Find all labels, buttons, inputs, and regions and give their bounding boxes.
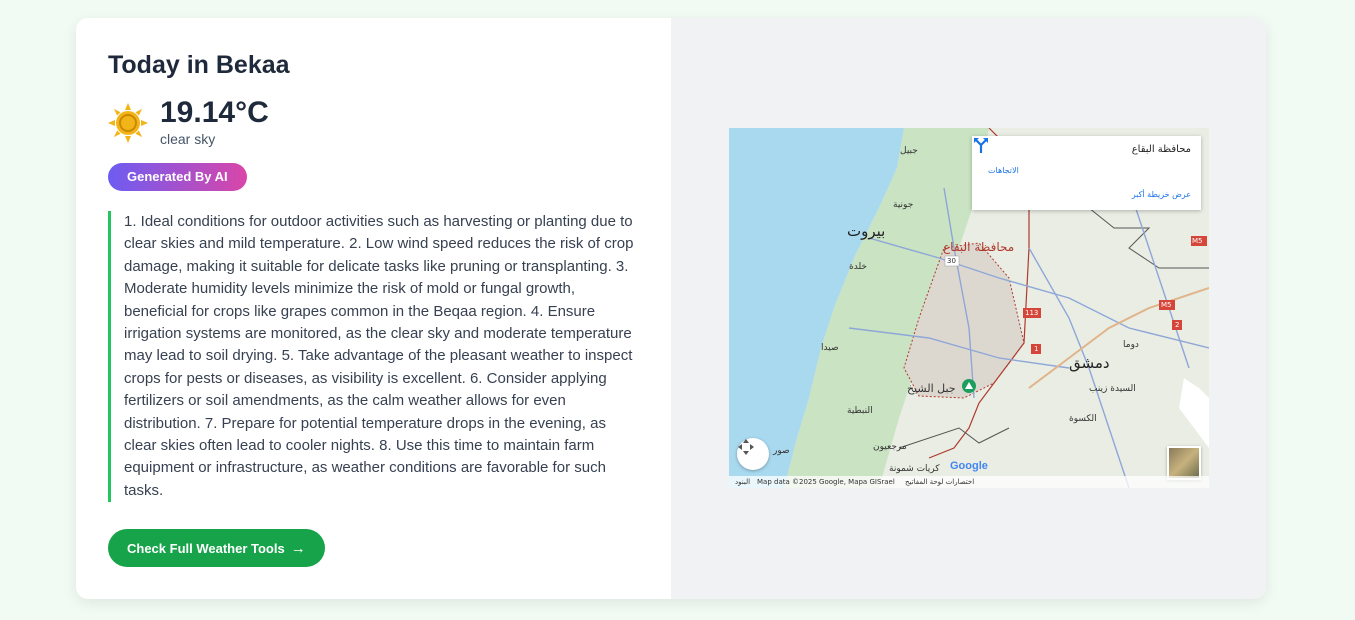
- map-label-douma: دوما: [1123, 340, 1139, 350]
- map-data-credit: Map data ©2025 Google, Mapa GISrael: [757, 478, 895, 486]
- temperature-block: 19.14°C clear sky: [160, 96, 269, 148]
- map-label-tyre: صور: [773, 446, 790, 456]
- weather-description: clear sky: [160, 131, 216, 147]
- generated-by-ai-badge: Generated By AI: [108, 163, 247, 191]
- directions-label[interactable]: الاتجاهات: [988, 166, 1019, 175]
- view-larger-map-link[interactable]: عرض خريطة أكبر: [1132, 190, 1191, 199]
- map-attribution-bar: البنود Map data ©2025 Google, Mapa GISra…: [729, 476, 1209, 488]
- google-logo: Google: [950, 460, 988, 472]
- terms-link[interactable]: البنود: [735, 476, 750, 488]
- map-panel: بيروت محافظة البقاع دمشق جبيل جونية خلدة…: [671, 18, 1266, 599]
- check-weather-tools-button[interactable]: Check Full Weather Tools →: [108, 529, 325, 567]
- directions-icon[interactable]: [972, 136, 990, 154]
- map-label-marjayoun: مرجعيون: [873, 442, 907, 452]
- map-route-m5-south: M5: [1161, 301, 1172, 309]
- current-conditions: 19.14°C clear sky: [108, 98, 639, 147]
- map-label-jounieh: جونية: [893, 200, 914, 210]
- map-label-kisweh: الكسوة: [1069, 414, 1097, 424]
- weather-card: Today in Bekaa 19.14°C clear sky Generat…: [76, 18, 1266, 599]
- weather-summary-panel: Today in Bekaa 19.14°C clear sky Generat…: [76, 18, 671, 599]
- map-place-card: محافظة البقاع الاتجاهات عرض خريطة أكبر: [972, 136, 1201, 210]
- map-route-2: 2: [1175, 321, 1180, 329]
- place-name: محافظة البقاع: [1131, 144, 1191, 155]
- map-label-khalde: خلدة: [849, 262, 867, 272]
- move-arrows-icon: [738, 439, 754, 455]
- sun-icon: [108, 102, 148, 143]
- map-label-jbeil: جبيل: [900, 146, 918, 156]
- map-label-golan: كريات شمونة: [889, 464, 940, 474]
- map-route-113: 113: [1025, 309, 1039, 317]
- button-label: Check Full Weather Tools: [127, 540, 285, 556]
- arrow-right-icon: →: [290, 539, 306, 557]
- map-label-saida: صيدا: [821, 343, 839, 353]
- map-label-bekaa: محافظة البقاع: [943, 240, 1015, 254]
- map-label-nabatieh: النبطية: [847, 406, 873, 416]
- ai-advice-text: 1. Ideal conditions for outdoor activiti…: [108, 211, 636, 503]
- keyboard-shortcuts-link[interactable]: اختصارات لوحة المفاتيح: [905, 476, 974, 488]
- map-label-hermon: جبل الشيخ: [907, 382, 956, 395]
- page-title: Today in Bekaa: [108, 51, 290, 79]
- map-label-sayyida-zaynab: السيدة زينب: [1089, 384, 1136, 394]
- temperature-value: 19.14°C: [160, 96, 269, 129]
- map-camera-control[interactable]: [737, 438, 769, 470]
- map-label-damascus: دمشق: [1069, 354, 1110, 372]
- map-route-m5: M5: [1192, 237, 1203, 245]
- satellite-layer-toggle[interactable]: [1167, 446, 1201, 480]
- map-label-beirut: بيروت: [847, 222, 886, 240]
- map-route-30: 30: [947, 257, 956, 265]
- map-route-1: 1: [1034, 345, 1039, 353]
- google-map-embed[interactable]: بيروت محافظة البقاع دمشق جبيل جونية خلدة…: [729, 128, 1209, 488]
